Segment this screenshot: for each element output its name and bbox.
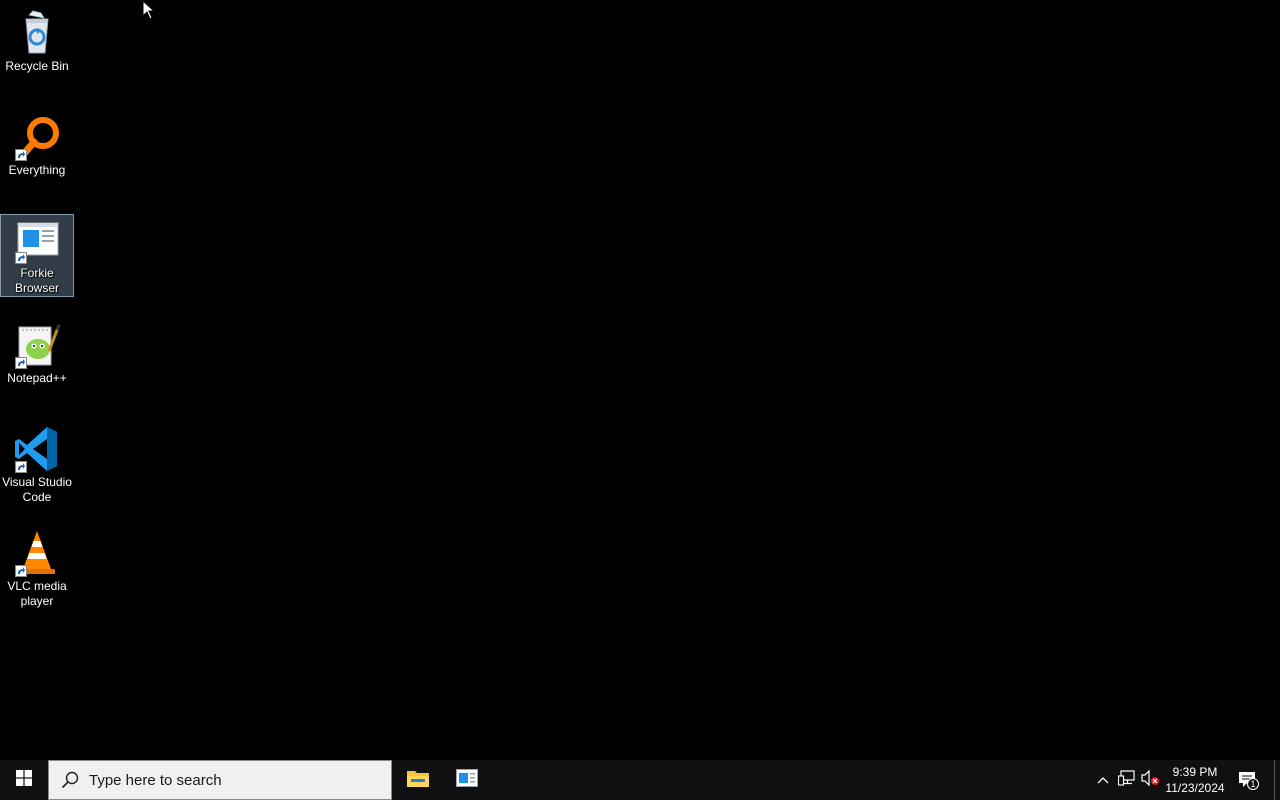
desktop-icon-label: Visual Studio Code [2, 475, 72, 504]
shortcut-arrow-icon [15, 357, 27, 369]
network-icon [1117, 769, 1136, 791]
shortcut-arrow-icon [15, 565, 27, 577]
mouse-cursor-icon [142, 0, 156, 25]
recycle-bin-icon [13, 9, 61, 57]
desktop-icon-label: Forkie Browser [14, 266, 59, 295]
clock-date: 11/23/2024 [1165, 781, 1225, 795]
clock-time: 9:39 PM [1172, 765, 1218, 779]
tray-overflow-button[interactable] [1094, 760, 1112, 800]
vlc-cone-icon [13, 529, 61, 577]
notification-count-badge: 1 [1250, 779, 1256, 789]
shortcut-arrow-icon [15, 461, 27, 473]
notification-icon: 1 [1237, 770, 1259, 790]
forkie-browser-icon [13, 217, 61, 264]
taskbar-search-box[interactable] [48, 760, 392, 800]
forkie-browser-icon [456, 768, 478, 792]
taskbar-app-file-explorer[interactable] [394, 760, 442, 800]
search-icon [61, 771, 79, 789]
show-desktop-button[interactable] [1274, 760, 1280, 800]
shortcut-arrow-icon [15, 149, 27, 161]
desktop-icon-forkie-browser[interactable]: Forkie Browser [0, 214, 74, 297]
tray-network-button[interactable] [1116, 760, 1138, 800]
folder-icon [406, 768, 430, 793]
windows-logo-icon [16, 769, 32, 791]
desktop-icon-label: Recycle Bin [5, 59, 69, 73]
desktop-icon-label: VLC media player [7, 579, 67, 608]
desktop-icon-label: Notepad++ [7, 371, 67, 385]
desktop-icon-label: Everything [8, 163, 66, 177]
start-button[interactable] [0, 760, 48, 800]
desktop-icon-vlc[interactable]: VLC media player [0, 526, 74, 610]
desktop-icon-notepad-plus-plus[interactable]: Notepad++ [0, 318, 74, 387]
taskbar: 9:39 PM 11/23/2024 1 [0, 760, 1280, 800]
tray-volume-button[interactable] [1140, 760, 1162, 800]
action-center-button[interactable]: 1 [1234, 760, 1262, 800]
desktop[interactable]: Recycle Bin Everything Forkie Browser No… [0, 0, 1280, 760]
desktop-icon-everything[interactable]: Everything [0, 110, 74, 179]
taskbar-clock[interactable]: 9:39 PM 11/23/2024 [1162, 760, 1228, 800]
chevron-up-icon [1097, 771, 1109, 789]
vscode-icon [13, 425, 61, 473]
desktop-icon-vscode[interactable]: Visual Studio Code [0, 422, 74, 506]
shortcut-arrow-icon [15, 252, 27, 264]
taskbar-app-forkie-browser[interactable] [443, 760, 491, 800]
search-input[interactable] [87, 770, 381, 790]
notepad-plus-plus-icon [13, 321, 61, 369]
volume-muted-icon [1141, 769, 1161, 791]
everything-search-icon [13, 113, 61, 161]
desktop-icon-recycle-bin[interactable]: Recycle Bin [0, 6, 74, 75]
